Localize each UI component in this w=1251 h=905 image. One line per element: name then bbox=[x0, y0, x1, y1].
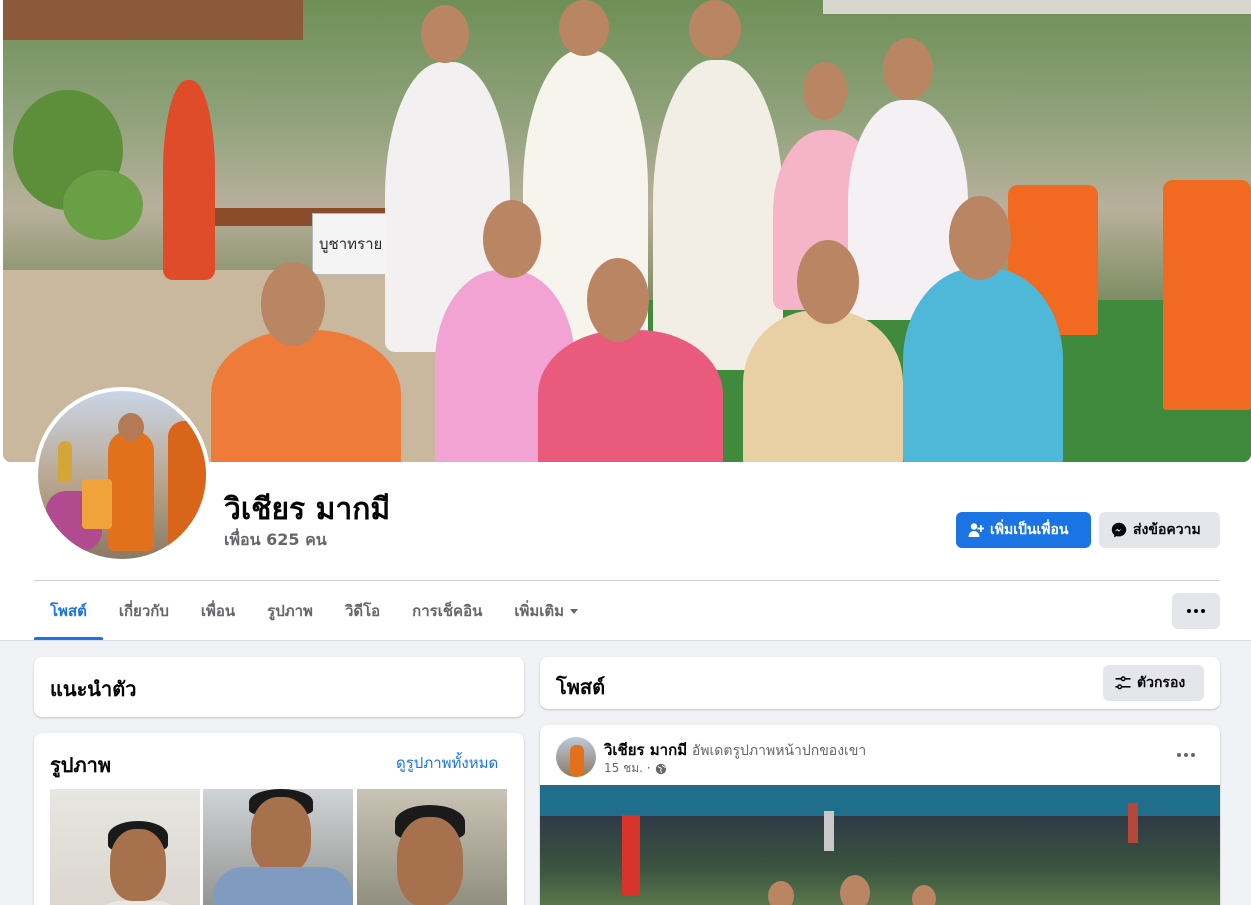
tab-checkins[interactable]: การเช็คอิน bbox=[396, 582, 498, 640]
cover-roof bbox=[3, 0, 303, 40]
cover-photo[interactable]: บูชาทราย bbox=[3, 0, 1251, 462]
globe-icon bbox=[655, 763, 666, 774]
person-head bbox=[421, 5, 469, 63]
photo-subject-shirt bbox=[213, 867, 353, 905]
person-head bbox=[587, 258, 649, 342]
photo-subject-face bbox=[110, 829, 166, 901]
header-divider bbox=[34, 580, 1220, 581]
profile-name: วิเชียร มากมี bbox=[224, 492, 391, 527]
tab-more-label: เพิ่มเติม bbox=[514, 602, 565, 620]
post-image[interactable] bbox=[540, 785, 1220, 905]
person bbox=[743, 310, 903, 462]
post-options-button[interactable] bbox=[1170, 741, 1202, 769]
photo-subject-face bbox=[251, 797, 311, 873]
tab-posts[interactable]: โพสต์ bbox=[34, 582, 103, 640]
intro-title: แนะนำตัว bbox=[50, 677, 137, 701]
more-options-button[interactable] bbox=[1172, 593, 1220, 629]
person-head bbox=[803, 62, 847, 120]
post-timestamp[interactable]: 15 ชม. · bbox=[604, 759, 651, 778]
person bbox=[163, 80, 215, 280]
tab-friends[interactable]: เพื่อน bbox=[185, 582, 251, 640]
filter-button[interactable]: ตัวกรอง bbox=[1103, 665, 1204, 701]
avatar-stupa bbox=[58, 441, 72, 481]
profile-avatar[interactable] bbox=[34, 387, 210, 563]
person-head bbox=[949, 196, 1011, 280]
cover-roof-right bbox=[823, 0, 1251, 14]
photos-title: รูปภาพ bbox=[50, 753, 112, 777]
person bbox=[903, 268, 1063, 462]
person-head bbox=[559, 0, 609, 56]
add-friend-label: เพิ่มเป็นเพื่อน bbox=[990, 522, 1069, 538]
message-label: ส่งข้อความ bbox=[1133, 522, 1201, 538]
post-author-name[interactable]: วิเชียร มากมี bbox=[604, 741, 687, 759]
photo-subject-face bbox=[397, 817, 463, 905]
post-image-chime bbox=[1128, 803, 1138, 843]
post-image-awning bbox=[540, 805, 1220, 819]
filter-label: ตัวกรอง bbox=[1137, 675, 1186, 691]
cover-plant bbox=[63, 170, 143, 240]
post-image-chime bbox=[824, 811, 834, 851]
photo-thumbnail[interactable] bbox=[203, 789, 353, 905]
photos-card: รูปภาพ ดูรูปภาพทั้งหมด bbox=[34, 733, 524, 905]
person bbox=[653, 60, 783, 370]
more-dots-icon bbox=[1187, 609, 1191, 613]
avatar-head bbox=[118, 413, 144, 441]
caret-down-icon bbox=[570, 608, 579, 614]
filter-icon bbox=[1115, 676, 1131, 690]
person-head bbox=[689, 0, 741, 58]
photo-thumbnail[interactable] bbox=[357, 789, 507, 905]
more-dots-icon bbox=[1201, 609, 1205, 613]
person-head bbox=[261, 262, 325, 346]
posts-title: โพสต์ bbox=[556, 675, 606, 699]
avatar-monk bbox=[168, 421, 206, 559]
post-avatar-figure bbox=[570, 745, 584, 777]
post-action-text: อัพเดตรูปภาพหน้าปกของเขา bbox=[691, 743, 867, 759]
photo-thumbnail[interactable] bbox=[50, 789, 200, 905]
avatar-monk bbox=[108, 431, 154, 551]
post-image-person bbox=[912, 885, 936, 905]
more-dots-icon bbox=[1194, 609, 1198, 613]
person-head bbox=[483, 200, 541, 278]
profile-avatar-image bbox=[38, 391, 206, 559]
person bbox=[538, 330, 723, 462]
friend-count[interactable]: เพื่อน 625 คน bbox=[224, 528, 327, 553]
add-friend-icon bbox=[968, 523, 984, 537]
post-meta: 15 ชม. · bbox=[604, 759, 667, 778]
post-options-dots-icon bbox=[1184, 753, 1188, 757]
post-author-avatar[interactable] bbox=[556, 737, 596, 777]
person-head bbox=[883, 38, 933, 100]
add-friend-button[interactable]: เพิ่มเป็นเพื่อน bbox=[956, 512, 1091, 548]
tab-videos[interactable]: วิดีโอ bbox=[329, 582, 396, 640]
person bbox=[211, 330, 401, 462]
profile-header: บูชาทราย วิเชียร มากมี เพื่อน 625 คน เพิ… bbox=[0, 0, 1251, 641]
tab-about[interactable]: เกี่ยวกับ bbox=[103, 582, 185, 640]
tab-photos[interactable]: รูปภาพ bbox=[251, 582, 329, 640]
tab-more[interactable]: เพิ่มเติม bbox=[498, 582, 594, 640]
post-image-person bbox=[840, 875, 870, 905]
post-card: วิเชียร มากมี อัพเดตรูปภาพหน้าปกของเขา 1… bbox=[540, 725, 1220, 905]
avatar-bag bbox=[82, 479, 112, 529]
person-head bbox=[797, 240, 859, 324]
chair bbox=[1163, 180, 1251, 410]
intro-card: แนะนำตัว bbox=[34, 657, 524, 717]
post-image-banner bbox=[622, 815, 640, 895]
message-button[interactable]: ส่งข้อความ bbox=[1099, 512, 1220, 548]
messenger-icon bbox=[1111, 522, 1127, 538]
photo-subject-shirt bbox=[90, 901, 186, 905]
post-options-dots-icon bbox=[1177, 753, 1181, 757]
see-all-photos-link[interactable]: ดูรูปภาพทั้งหมด bbox=[396, 751, 498, 775]
posts-header-card: โพสต์ ตัวกรอง bbox=[540, 657, 1220, 709]
post-image-person bbox=[768, 881, 794, 905]
profile-tabs: โพสต์ เกี่ยวกับ เพื่อน รูปภาพ วิดีโอ การ… bbox=[34, 582, 594, 640]
post-options-dots-icon bbox=[1191, 753, 1195, 757]
